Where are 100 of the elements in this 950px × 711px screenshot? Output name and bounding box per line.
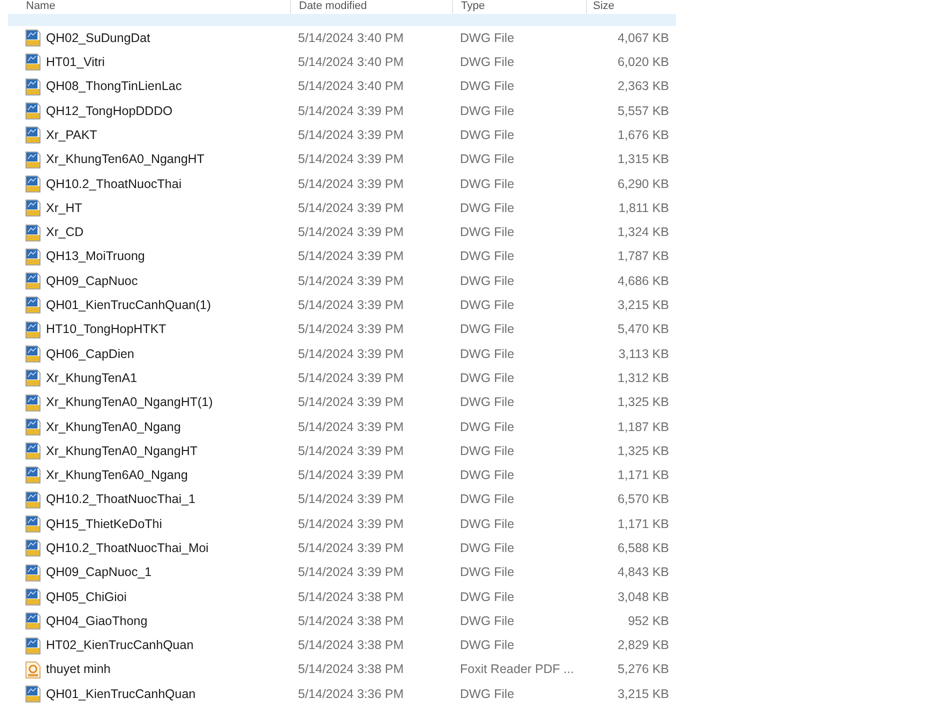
drawing-file-icon (25, 272, 41, 290)
drawing-file-icon (25, 150, 41, 169)
file-size: 1,312 KB (616, 370, 669, 387)
drawing-file-icon (25, 199, 41, 218)
file-name[interactable]: HT02_KienTrucCanhQuan (46, 636, 194, 655)
file-name[interactable]: Xr_PAKT (46, 126, 98, 145)
file-name[interactable]: QH12_TongHopDDDO (46, 102, 172, 120)
file-name[interactable]: Xr_KhungTenA0_NgangHT (46, 442, 198, 461)
column-header[interactable]: Size (587, 0, 675, 14)
file-type: DWG File (459, 540, 516, 557)
file-name[interactable]: Xr_KhungTenA0_NgangHT(1) (46, 393, 213, 412)
selected-row-strip[interactable] (8, 14, 676, 26)
date-modified: 5/14/2024 3:39 PM (297, 516, 405, 533)
file-name[interactable]: QH01_KienTrucCanhQuan (46, 684, 196, 704)
date-modified: 5/14/2024 3:40 PM (297, 78, 405, 96)
file-name[interactable]: QH06_CapDien (46, 344, 134, 364)
drawing-file-icon (25, 78, 41, 96)
file-size: 4,067 KB (616, 30, 669, 47)
file-name[interactable]: QH02_SuDungDat (46, 28, 150, 48)
drawing-file-icon (25, 685, 41, 704)
file-size: 3,215 KB (616, 297, 669, 314)
file-type: DWG File (459, 126, 516, 144)
file-type: DWG File (459, 78, 516, 96)
file-type: DWG File (459, 151, 516, 168)
file-size: 3,215 KB (616, 686, 669, 703)
file-size: 1,811 KB (617, 200, 669, 217)
file-type: DWG File (459, 30, 516, 47)
file-size: 1,324 KB (616, 224, 669, 242)
drawing-file-icon (25, 126, 41, 144)
file-name[interactable]: HT10_TongHopHTKT (46, 320, 166, 340)
file-name[interactable]: Xr_CD (46, 223, 84, 242)
file-size: 2,363 KB (616, 78, 669, 96)
date-modified: 5/14/2024 3:39 PM (297, 540, 405, 557)
drawing-file-icon (25, 29, 41, 48)
file-size: 4,843 KB (616, 564, 669, 582)
file-size: 5,470 KB (616, 321, 669, 338)
drawing-file-icon (25, 53, 41, 72)
date-modified: 5/14/2024 3:39 PM (297, 564, 405, 582)
file-type: DWG File (459, 346, 516, 363)
file-type: DWG File (459, 564, 516, 582)
file-size: 952 KB (626, 612, 669, 630)
file-type: DWG File (459, 516, 516, 533)
file-name[interactable]: QH09_CapNuoc_1 (46, 563, 152, 582)
file-type: DWG File (459, 176, 516, 193)
drawing-file-icon (25, 588, 41, 606)
date-modified: 5/14/2024 3:39 PM (297, 418, 405, 436)
date-modified: 5/14/2024 3:39 PM (297, 370, 405, 387)
file-name[interactable]: Xr_HT (46, 198, 82, 218)
file-name[interactable]: Xr_KhungTen6A0_Ngang (46, 466, 188, 485)
file-type: DWG File (459, 418, 516, 436)
drawing-file-icon (25, 442, 41, 460)
date-modified: 5/14/2024 3:39 PM (297, 394, 405, 412)
file-size: 1,171 KB (616, 467, 669, 484)
date-modified: 5/14/2024 3:39 PM (297, 272, 405, 290)
date-modified: 5/14/2024 3:38 PM (297, 612, 405, 630)
file-type: DWG File (459, 588, 516, 606)
file-type: DWG File (459, 442, 516, 460)
file-name[interactable]: QH15_ThietKeDoThi (46, 514, 162, 534)
file-type: DWG File (459, 467, 516, 484)
file-name[interactable]: QH01_KienTrucCanhQuan(1) (46, 296, 211, 315)
date-modified: 5/14/2024 3:36 PM (297, 686, 405, 703)
file-type: DWG File (459, 54, 516, 72)
file-name[interactable]: Xr_KhungTenA1 (46, 368, 138, 388)
drawing-file-icon (25, 345, 41, 363)
file-size: 1,325 KB (616, 442, 669, 460)
file-name[interactable]: Xr_KhungTen6A0_NgangHT (46, 150, 204, 169)
file-size: 5,276 KB (616, 661, 669, 678)
file-name[interactable]: QH13_MoiTruong (46, 247, 145, 266)
file-size: 2,829 KB (616, 637, 669, 654)
file-type: DWG File (459, 297, 516, 314)
drawing-file-icon (25, 248, 41, 266)
file-type: DWG File (459, 686, 516, 703)
date-modified: 5/14/2024 3:39 PM (297, 176, 405, 193)
file-name[interactable]: thuyet minh (46, 660, 111, 680)
file-type: DWG File (459, 612, 516, 630)
file-size: 1,315 KB (616, 151, 669, 168)
file-name[interactable]: Xr_KhungTenA0_Ngang (46, 418, 181, 436)
file-size: 5,557 KB (616, 102, 669, 120)
drawing-file-icon (25, 174, 41, 193)
file-type: DWG File (459, 200, 516, 217)
date-modified: 5/14/2024 3:39 PM (297, 200, 405, 217)
drawing-file-icon (25, 224, 41, 242)
file-size: 1,171 KB (616, 516, 669, 533)
file-name[interactable]: QH10.2_ThoatNuocThai (46, 174, 182, 194)
drawing-file-icon (25, 418, 41, 436)
drawing-file-icon (25, 296, 41, 314)
file-name[interactable]: QH08_ThongTinLienLac (46, 77, 182, 96)
file-name[interactable]: QH05_ChiGioi (46, 588, 127, 606)
file-name[interactable]: QH04_GiaoThong (46, 612, 148, 631)
date-modified: 5/14/2024 3:40 PM (297, 30, 405, 47)
drawing-file-icon (25, 612, 41, 630)
date-modified: 5/14/2024 3:39 PM (297, 151, 405, 168)
file-name[interactable]: QH10.2_ThoatNuocThai_1 (46, 490, 196, 510)
file-size: 1,325 KB (616, 394, 669, 412)
file-name[interactable]: QH10.2_ThoatNuocThai_Moi (46, 539, 209, 558)
drawing-file-icon (25, 515, 41, 534)
file-name[interactable]: HT01_Vitri (46, 53, 105, 72)
file-name[interactable]: QH09_CapNuoc (46, 272, 138, 290)
file-size: 1,187 KB (616, 418, 669, 436)
file-type: DWG File (459, 394, 516, 412)
